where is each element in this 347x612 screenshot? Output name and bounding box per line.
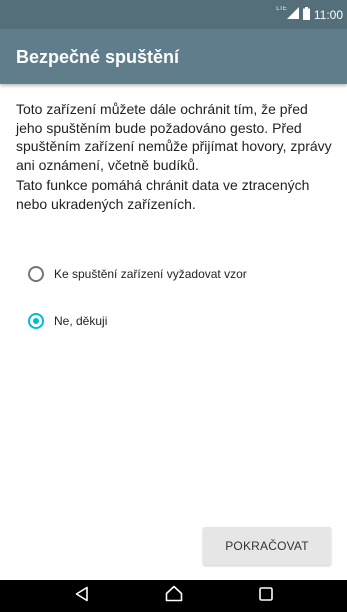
signal-icon — [286, 7, 299, 22]
navigation-bar — [0, 580, 347, 612]
status-icons: LTE 11:00 — [276, 0, 343, 29]
description-paragraph-2: Tato funkce pomáhá chránit data ve ztrac… — [16, 177, 310, 212]
clock: 11:00 — [313, 7, 343, 22]
option-no-thanks[interactable]: Ne, děkuji — [28, 310, 107, 332]
option-label: Ne, děkuji — [54, 314, 108, 328]
battery-icon — [302, 6, 310, 23]
network-type-label: LTE — [276, 5, 287, 12]
app-bar: Bezpečné spuštění — [0, 29, 347, 84]
option-require-pattern[interactable]: Ke spuštění zařízení vyžadovat vzor — [28, 263, 247, 285]
back-button[interactable] — [52, 580, 112, 612]
home-icon — [165, 585, 183, 607]
description-paragraph-1: Toto zařízení můžete dále ochránit tím, … — [16, 101, 332, 173]
radio-button-unchecked[interactable] — [28, 266, 44, 282]
back-icon — [75, 586, 89, 607]
recent-apps-icon — [259, 586, 273, 606]
radio-button-checked[interactable] — [28, 313, 44, 329]
page-title: Bezpečné spuštění — [16, 47, 180, 67]
status-bar: LTE 11:00 — [0, 0, 347, 29]
continue-button[interactable]: POKRAČOVAT — [203, 527, 331, 565]
home-button[interactable] — [144, 580, 204, 612]
recent-apps-button[interactable] — [236, 580, 296, 612]
option-label: Ke spuštění zařízení vyžadovat vzor — [54, 267, 247, 281]
